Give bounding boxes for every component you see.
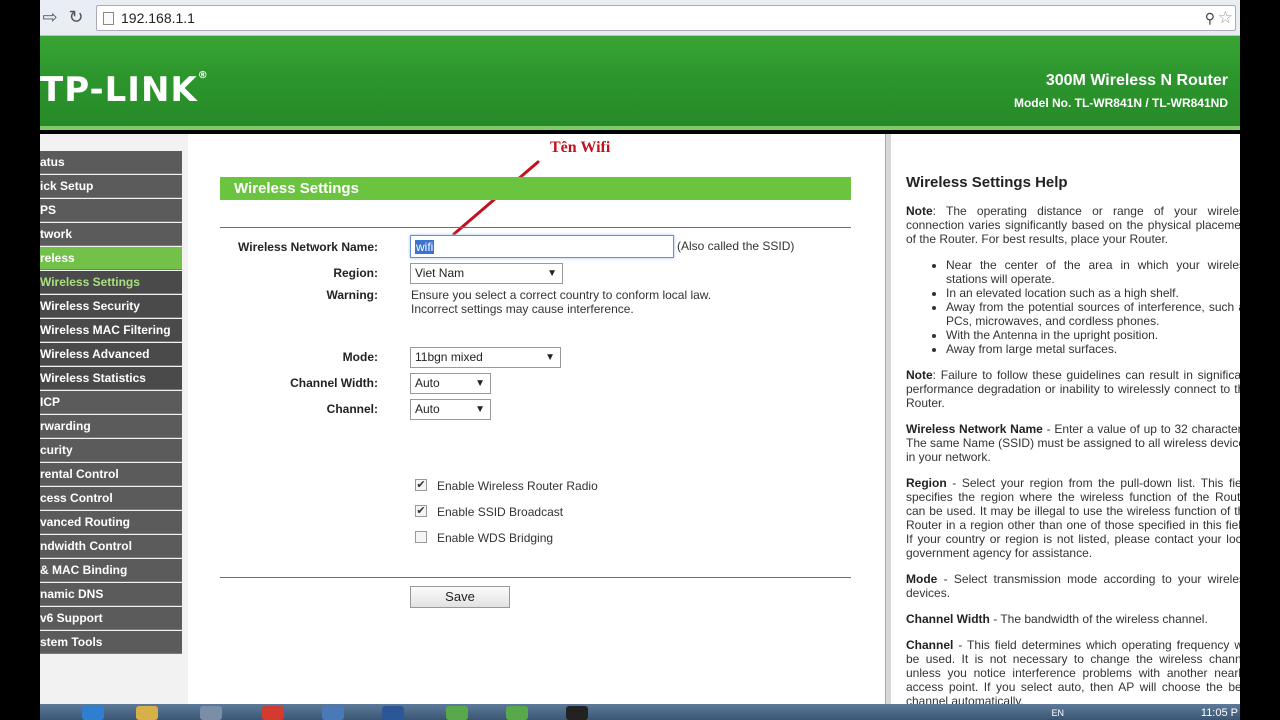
ssid-note: (Also called the SSID) (677, 239, 795, 253)
mode-select[interactable]: 11bgn mixed ▼ (410, 347, 561, 368)
reload-icon[interactable]: ↻ (66, 6, 86, 28)
annotation-arrow (452, 160, 540, 236)
sidebar-item[interactable]: stem Tools (40, 631, 182, 654)
mode-value: 11bgn mixed (415, 350, 483, 364)
chevron-down-icon: ▼ (547, 268, 557, 279)
warning-text-2: Incorrect settings may cause interferenc… (411, 302, 634, 316)
help-note-2: Note: Failure to follow these guidelines… (906, 368, 1240, 410)
help-bullets: Near the center of the area in which you… (946, 258, 1240, 356)
ssid-label: Wireless Network Name: (238, 240, 378, 254)
camtasia-icon[interactable] (446, 706, 468, 720)
sidebar: atus ick Setup PS twork reless Wireless Setti… (40, 134, 188, 704)
help-mode: Mode - Select transmission mode accordin… (906, 572, 1240, 600)
sidebar-item[interactable]: rental Control (40, 463, 182, 486)
channel-select[interactable]: Auto ▼ (410, 399, 491, 420)
clock[interactable]: 11:05 P (1201, 707, 1238, 719)
warning-text-1: Ensure you select a correct country to c… (411, 288, 712, 302)
divider-bottom (220, 577, 851, 578)
help-channel-width: Channel Width - The bandwidth of the wir… (906, 612, 1208, 626)
wrench-icon[interactable]: ⚲ (1205, 10, 1215, 27)
help-bullet: Away from the potential sources of inter… (946, 300, 1240, 328)
sidebar-item[interactable]: ndwidth Control (40, 535, 182, 558)
sidebar-item[interactable]: twork (40, 223, 182, 246)
channel-width-value: Auto (415, 376, 440, 390)
annotation-label: Tên Wifi (550, 139, 611, 156)
sidebar-item[interactable]: vanced Routing (40, 511, 182, 534)
sidebar-item[interactable]: Wireless MAC Filtering (40, 319, 182, 342)
sidebar-item[interactable]: Wireless Statistics (40, 367, 182, 390)
sidebar-item[interactable]: & MAC Binding (40, 559, 182, 582)
help-body: Note: The operating distance or range of… (906, 204, 1240, 704)
divider-top (220, 227, 851, 228)
help-bullet: Away from large metal surfaces. (946, 342, 1240, 356)
channel-width-label: Channel Width: (290, 376, 378, 390)
url-text[interactable]: 192.168.1.1 (121, 10, 195, 26)
sidebar-item[interactable]: Wireless Security (40, 295, 182, 318)
region-select[interactable]: Viet Nam ▼ (410, 263, 563, 284)
sidebar-item[interactable]: v6 Support (40, 607, 182, 630)
language-indicator[interactable]: EN (1051, 708, 1064, 718)
chrome-icon[interactable] (262, 706, 284, 720)
tp-link-logo: TP-LINK® (40, 70, 209, 110)
sidebar-item[interactable]: curity (40, 439, 182, 462)
help-bullet: Near the center of the area in which you… (946, 258, 1240, 286)
address-bar[interactable]: 192.168.1.1 ⚲ ☆ (96, 5, 1236, 31)
radio-enable-checkbox[interactable]: ✔ (415, 479, 427, 491)
main-content: Tên Wifi Wireless Settings Wireless Netw… (188, 134, 885, 704)
help-panel: Wireless Settings Help Note: The operati… (891, 134, 1240, 704)
word-icon[interactable] (382, 706, 404, 720)
model-number: Model No. TL-WR841N / TL-WR841ND (1013, 96, 1228, 110)
header-banner: TP-LINK® 300M Wireless N Router Model No… (40, 36, 1240, 130)
help-bullet: In an elevated location such as a high s… (946, 286, 1240, 300)
save-button[interactable]: Save (410, 586, 510, 608)
wds-bridging-checkbox[interactable] (415, 531, 427, 543)
region-value: Viet Nam (415, 266, 465, 280)
ie-icon[interactable] (82, 706, 104, 720)
sidebar-item[interactable]: ICP (40, 391, 182, 414)
help-ssid: Wireless Network Name - Enter a value of… (906, 422, 1240, 464)
warning-label: Warning: (326, 288, 378, 302)
radio-enable-label: Enable Wireless Router Radio (437, 479, 598, 493)
chevron-down-icon: ▼ (545, 352, 555, 363)
product-name: 300M Wireless N Router (1045, 72, 1228, 89)
ssid-broadcast-label: Enable SSID Broadcast (437, 505, 564, 519)
channel-value: Auto (415, 402, 440, 416)
bookmark-star-icon[interactable]: ☆ (1218, 8, 1233, 28)
help-bullet: With the Antenna in the upright position… (946, 328, 1240, 342)
sidebar-item[interactable]: PS (40, 199, 182, 222)
sidebar-item[interactable]: Wireless Settings (40, 271, 182, 294)
folder-icon[interactable] (136, 706, 158, 720)
sidebar-item[interactable]: namic DNS (40, 583, 182, 606)
channel-width-select[interactable]: Auto ▼ (410, 373, 491, 394)
wds-bridging-label: Enable WDS Bridging (437, 531, 554, 545)
help-region: Region - Select your region from the pul… (906, 476, 1240, 560)
doc-icon[interactable] (322, 706, 344, 720)
sidebar-item[interactable]: rwarding (40, 415, 182, 438)
ssid-input[interactable]: wifi (410, 235, 674, 258)
channel-label: Channel: (326, 402, 378, 416)
chevron-down-icon: ▼ (475, 404, 485, 415)
sidebar-item[interactable]: cess Control (40, 487, 182, 510)
ssid-broadcast-checkbox[interactable]: ✔ (415, 505, 427, 517)
terminal-icon[interactable] (566, 706, 588, 720)
sidebar-item[interactable]: ick Setup (40, 175, 182, 198)
page-icon (103, 12, 114, 25)
region-label: Region: (333, 266, 378, 280)
help-note-1: Note: The operating distance or range of… (906, 204, 1240, 246)
sidebar-item[interactable]: atus (40, 151, 182, 174)
taskbar: EN 11:05 P (40, 704, 1240, 720)
recorder-icon[interactable] (506, 706, 528, 720)
ssid-value[interactable]: wifi (415, 240, 435, 254)
sidebar-item[interactable]: Wireless Advanced (40, 343, 182, 366)
help-title: Wireless Settings Help (906, 174, 1068, 191)
help-channel: Channel - This field determines which op… (906, 638, 1240, 704)
browser-toolbar: ⇨ ↻ 192.168.1.1 ⚲ ☆ (40, 0, 1240, 36)
section-title: Wireless Settings (220, 177, 851, 200)
chevron-down-icon: ▼ (475, 378, 485, 389)
mode-label: Mode: (342, 350, 378, 364)
media-icon[interactable] (200, 706, 222, 720)
sidebar-item[interactable]: reless (40, 247, 182, 270)
forward-icon[interactable]: ⇨ (40, 6, 60, 28)
